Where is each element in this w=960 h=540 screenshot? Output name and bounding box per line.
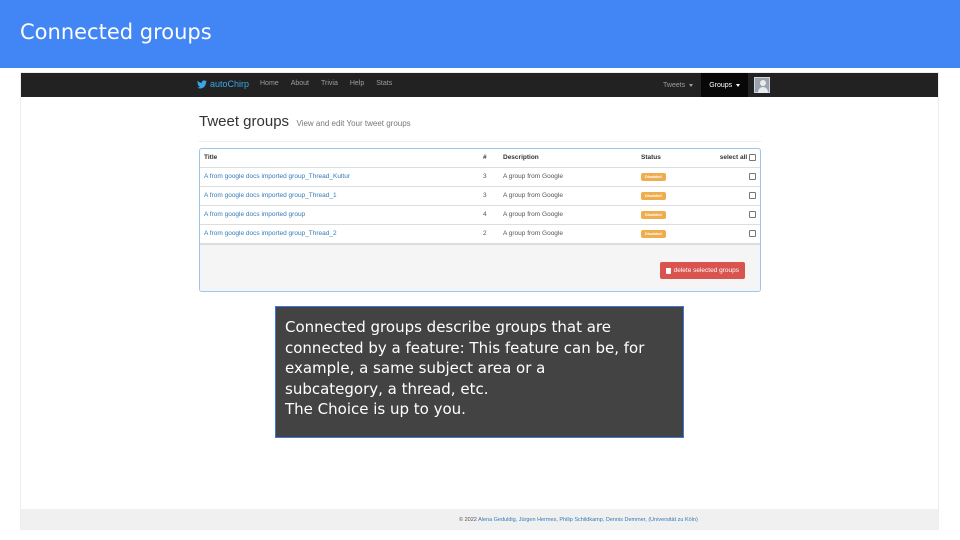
- app-screenshot: autoChirp Home About Trivia Help Stats T…: [20, 72, 939, 530]
- navbar: autoChirp Home About Trivia Help Stats T…: [21, 73, 938, 97]
- status-badge: Disabled: [641, 172, 666, 181]
- groups-table: Title # Description Status select all A …: [200, 149, 760, 244]
- group-select-cell: [707, 224, 760, 244]
- delete-selected-label: delete selected groups: [673, 267, 739, 274]
- nav-right: Tweets Groups: [655, 73, 771, 97]
- slide-title: Connected groups: [20, 20, 212, 44]
- group-select-cell: [707, 186, 760, 206]
- brand-label: autoChirp: [210, 79, 250, 89]
- table-row: A from google docs imported group_Thread…: [200, 224, 760, 244]
- footer-text: © 2022 Alena Geduldig, Jürgen Hermes, Ph…: [459, 517, 698, 523]
- group-tweet-count: 4: [479, 205, 499, 225]
- group-title-link[interactable]: A from google docs imported group_Thread…: [200, 224, 479, 244]
- group-tweet-count: 3: [479, 167, 499, 187]
- nav-link-help[interactable]: Help: [350, 80, 364, 87]
- column-header-status[interactable]: Status: [637, 149, 707, 168]
- page-title: Tweet groups: [199, 113, 290, 130]
- page-header: Tweet groups View and edit Your tweet gr…: [199, 113, 761, 142]
- tweets-dropdown[interactable]: Tweets: [655, 73, 701, 97]
- table-row: A from google docs imported group_Thread…: [200, 186, 760, 206]
- nav-link-trivia[interactable]: Trivia: [321, 80, 338, 87]
- group-status-cell: Disabled: [637, 205, 707, 225]
- group-status-cell: Disabled: [637, 167, 707, 187]
- group-tweet-count: 3: [479, 186, 499, 206]
- select-all-checkbox[interactable]: [749, 154, 756, 162]
- group-description: A group from Google: [499, 224, 637, 244]
- group-title-link[interactable]: A from google docs imported group_Thread…: [200, 186, 479, 206]
- row-checkbox[interactable]: [749, 172, 756, 180]
- group-description: A group from Google: [499, 167, 637, 187]
- explanation-callout: Connected groups describe groups that ar…: [275, 306, 684, 438]
- callout-line: subcategory, a thread, etc.: [285, 379, 489, 398]
- column-header-description[interactable]: Description: [499, 149, 637, 168]
- tweets-dropdown-label: Tweets: [663, 81, 686, 89]
- chevron-down-icon: [736, 83, 741, 87]
- brand-link[interactable]: autoChirp: [197, 79, 249, 89]
- group-title-link[interactable]: A from google docs imported group_Thread…: [200, 167, 479, 187]
- column-header-title[interactable]: Title: [200, 149, 479, 168]
- group-status-cell: Disabled: [637, 186, 707, 206]
- nav-link-about[interactable]: About: [291, 80, 309, 87]
- group-description: A group from Google: [499, 186, 637, 206]
- nav-links: Home About Trivia Help Stats: [260, 80, 404, 87]
- group-tweet-count: 2: [479, 224, 499, 244]
- chevron-down-icon: [689, 83, 694, 87]
- twitter-bird-icon: [197, 79, 207, 88]
- delete-selected-button[interactable]: delete selected groups: [659, 262, 745, 279]
- status-badge: Disabled: [641, 210, 666, 219]
- group-select-cell: [707, 205, 760, 225]
- groups-dropdown-label: Groups: [709, 81, 733, 89]
- footer-copyright: © 2022: [459, 517, 477, 523]
- callout-line: example, a same subject area or a: [285, 359, 546, 377]
- group-select-cell: [707, 167, 760, 187]
- status-badge: Disabled: [641, 229, 666, 238]
- nav-link-home[interactable]: Home: [260, 80, 279, 87]
- status-badge: Disabled: [641, 191, 666, 200]
- group-description: A group from Google: [499, 205, 637, 225]
- trash-icon: [665, 267, 671, 274]
- column-header-select-all: select all: [707, 149, 760, 168]
- callout-line: The Choice is up to you.: [285, 400, 466, 418]
- site-footer: © 2022 Alena Geduldig, Jürgen Hermes, Ph…: [21, 509, 938, 529]
- groups-panel: Title # Description Status select all A …: [199, 148, 761, 292]
- select-all-label: select all: [719, 154, 748, 162]
- table-row: A from google docs imported group 4 A gr…: [200, 205, 760, 225]
- column-header-num[interactable]: #: [479, 149, 499, 168]
- panel-footer: delete selected groups: [200, 244, 760, 291]
- group-title-link[interactable]: A from google docs imported group: [200, 205, 479, 225]
- callout-line: connected by a feature: This feature can…: [285, 338, 645, 357]
- user-avatar-icon[interactable]: [754, 77, 771, 93]
- nav-link-stats[interactable]: Stats: [376, 80, 392, 87]
- slide-header: Connected groups: [0, 0, 960, 68]
- callout-line: Connected groups describe groups that ar…: [285, 318, 611, 336]
- footer-authors-link[interactable]: Alena Geduldig, Jürgen Hermes, Philip Sc…: [478, 517, 698, 523]
- groups-dropdown[interactable]: Groups: [701, 73, 749, 97]
- table-row: A from google docs imported group_Thread…: [200, 167, 760, 187]
- row-checkbox[interactable]: [749, 229, 756, 237]
- row-checkbox[interactable]: [749, 210, 756, 218]
- table-header-row: Title # Description Status select all: [200, 149, 760, 168]
- page-subtitle: View and edit Your tweet groups: [296, 119, 411, 128]
- group-status-cell: Disabled: [637, 224, 707, 244]
- row-checkbox[interactable]: [749, 191, 756, 199]
